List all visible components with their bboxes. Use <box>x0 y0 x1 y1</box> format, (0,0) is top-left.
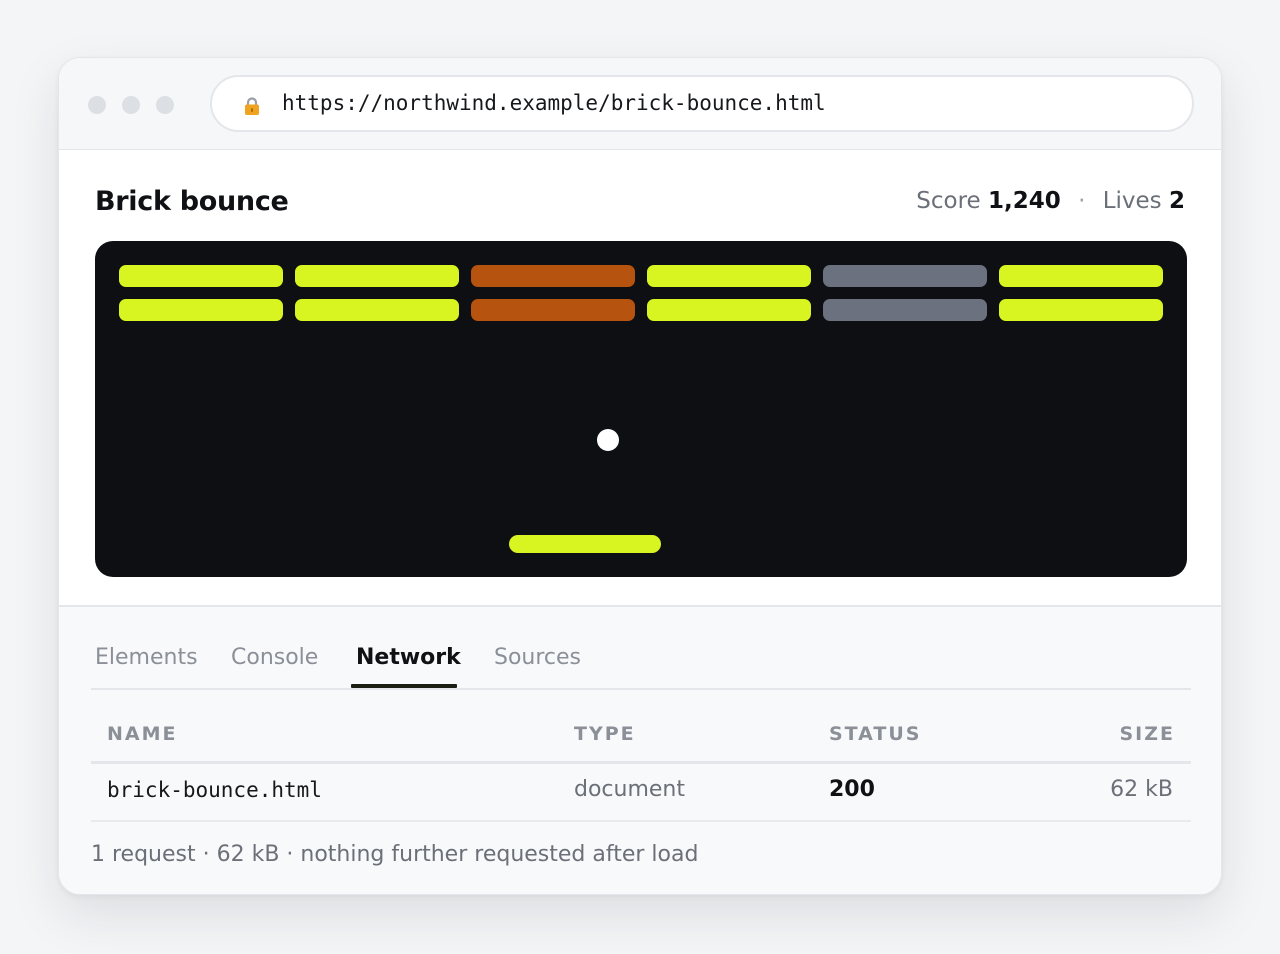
game-board[interactable] <box>95 241 1187 577</box>
brick <box>823 265 987 287</box>
brick <box>647 299 811 321</box>
lives-value: 2 <box>1168 188 1185 214</box>
address-bar[interactable]: https://northwind.example/brick-bounce.h… <box>210 75 1194 132</box>
score-value: 1,240 <box>988 188 1061 214</box>
browser-window: https://northwind.example/brick-bounce.h… <box>58 57 1222 895</box>
brick <box>471 265 635 287</box>
request-name[interactable]: brick-bounce.html <box>107 778 322 802</box>
network-summary: 1 request · 62 kB · nothing further requ… <box>91 842 699 867</box>
devtools-panel: Elements Console Network Sources NAME TY… <box>59 605 1221 894</box>
brick <box>999 265 1163 287</box>
devtools-tabs: Elements Console Network Sources <box>91 607 1191 690</box>
request-type: document <box>574 777 685 802</box>
column-header-name[interactable]: NAME <box>107 723 178 745</box>
browser-chrome: https://northwind.example/brick-bounce.h… <box>59 58 1221 150</box>
window-maximize-dot[interactable] <box>156 96 174 114</box>
hud-separator: · <box>1078 188 1086 214</box>
paddle[interactable] <box>509 535 661 553</box>
column-header-status[interactable]: STATUS <box>829 723 921 745</box>
tab-console[interactable]: Console <box>231 645 318 670</box>
brick <box>999 299 1163 321</box>
brick <box>823 299 987 321</box>
lock-icon <box>245 97 259 115</box>
column-header-type[interactable]: TYPE <box>574 723 636 745</box>
brick <box>295 265 459 287</box>
ball <box>597 429 619 451</box>
tab-sources[interactable]: Sources <box>494 645 581 670</box>
game-title: Brick bounce <box>95 186 289 217</box>
tab-elements[interactable]: Elements <box>95 645 198 670</box>
column-header-size[interactable]: SIZE <box>1119 723 1175 745</box>
tab-network[interactable]: Network <box>356 645 461 670</box>
brick <box>119 299 283 321</box>
brick <box>295 299 459 321</box>
brick <box>471 299 635 321</box>
score-label: Score <box>916 188 981 214</box>
table-header-divider <box>91 761 1191 764</box>
brick <box>119 265 283 287</box>
window-minimize-dot[interactable] <box>122 96 140 114</box>
active-tab-indicator <box>351 684 457 688</box>
brick <box>647 265 811 287</box>
row-divider <box>91 820 1191 822</box>
window-close-dot[interactable] <box>88 96 106 114</box>
request-status: 200 <box>829 777 875 802</box>
game-hud: Score 1,240 · Lives 2 <box>916 188 1185 214</box>
request-size: 62 kB <box>1110 777 1173 802</box>
address-url[interactable]: https://northwind.example/brick-bounce.h… <box>282 91 826 115</box>
lives-label: Lives <box>1102 188 1162 214</box>
